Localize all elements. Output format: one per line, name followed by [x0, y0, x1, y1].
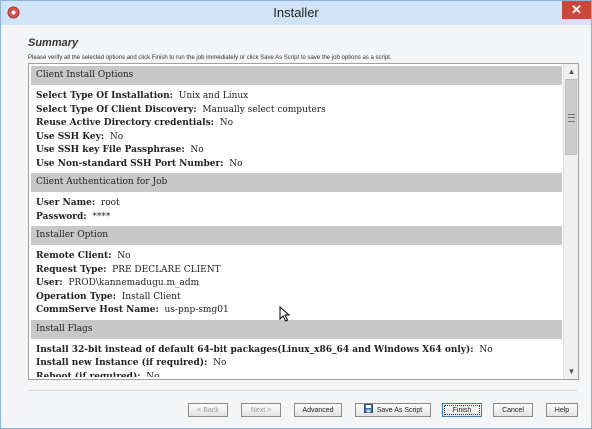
row-value: PROD\kannemadugu.m_adm: [68, 278, 200, 288]
section-header: Client Authentication for Job: [31, 173, 562, 192]
row-value: No: [117, 251, 131, 261]
mouse-cursor-icon: [279, 306, 291, 322]
row-value: No: [479, 344, 493, 355]
row-value: No: [190, 145, 204, 155]
summary-row: Reuse Active Directory credentials: No: [36, 117, 563, 131]
wizard-content: Summary Please verify all the selected o…: [1, 25, 591, 428]
row-value: No: [229, 158, 243, 169]
row-value: PRE DECLARE CLIENT: [112, 264, 221, 275]
vertical-scrollbar[interactable]: ▲ ▼: [563, 64, 578, 379]
section-header: Client Install Options: [31, 66, 562, 85]
row-key: Use SSH Key:: [36, 131, 105, 142]
section-header: Install Flags: [31, 319, 562, 339]
row-value: us-pnp-smg01: [164, 305, 229, 315]
row-value: root: [100, 198, 120, 208]
row-key: Install 32-bit instead of default 64-bit…: [36, 344, 474, 355]
row-key: Use Non-standard SSH Port Number:: [36, 158, 224, 169]
title-bar[interactable]: Installer ✕: [1, 1, 591, 25]
row-value: No: [109, 131, 124, 142]
row-key: User:: [36, 278, 63, 288]
summary-row: Install new Instance (if required): No: [36, 357, 563, 371]
installer-window: Installer ✕ Summary Please verify all th…: [0, 0, 592, 429]
section-body: Remote Client: No Request Type: PRE DECLA…: [31, 245, 563, 320]
summary-row: Remote Client: No: [36, 250, 563, 264]
page-description: Please verify all the selected options a…: [28, 55, 392, 61]
section-header: Installer Option: [31, 226, 562, 245]
row-value: Manually select computers: [202, 104, 326, 115]
advanced-button[interactable]: Advanced: [294, 403, 342, 417]
summary-row: Request Type: PRE DECLARE CLIENT: [36, 264, 563, 278]
row-key: CommServe Host Name:: [36, 305, 159, 315]
row-key: Remote Client:: [36, 251, 112, 261]
row-key: Use SSH key File Passphrase:: [36, 145, 185, 155]
divider: [28, 390, 577, 391]
summary-row: User Name: root: [36, 197, 563, 211]
page-title: Summary: [28, 37, 79, 49]
row-value: No: [146, 371, 160, 378]
section-body: User Name: root Password: ****: [31, 192, 563, 226]
row-key: Reuse Active Directory credentials:: [36, 118, 214, 128]
row-key: Operation Type:: [36, 291, 116, 302]
section-body: Select Type Of Installation: Unix and Li…: [31, 85, 563, 173]
row-key: Select Type Of Installation:: [36, 91, 173, 101]
summary-row: Use Non-standard SSH Port Number: No: [36, 158, 563, 172]
scroll-thumb[interactable]: [565, 79, 577, 155]
summary-row: CommServe Host Name: us-pnp-smg01: [36, 304, 563, 318]
summary-row: Install 32-bit instead of default 64-bit…: [36, 344, 563, 358]
summary-panel[interactable]: Client Install Options Select Type Of Ins…: [28, 63, 579, 380]
summary-row: Reboot (if required): No: [36, 371, 563, 378]
scroll-down-icon[interactable]: ▼: [564, 364, 578, 379]
save-icon: [363, 404, 373, 413]
summary-row: Use SSH Key: No: [36, 131, 563, 145]
help-button[interactable]: Help: [546, 403, 578, 417]
summary-row: Operation Type: Install Client: [36, 291, 563, 305]
row-value: Install Client: [121, 291, 181, 302]
summary-row: Use SSH key File Passphrase: No: [36, 144, 563, 158]
row-value: No: [219, 118, 233, 128]
row-key: Install new Instance (if required):: [36, 358, 208, 368]
window-title: Installer: [273, 5, 319, 20]
row-key: Reboot (if required):: [36, 371, 141, 378]
summary-row: Select Type Of Client Discovery: Manuall…: [36, 104, 563, 118]
save-as-script-button[interactable]: Save As Script: [355, 403, 431, 417]
summary-list: Client Install Options Select Type Of Ins…: [31, 66, 563, 377]
row-key: Select Type Of Client Discovery:: [36, 104, 197, 115]
cancel-button[interactable]: Cancel: [493, 403, 533, 417]
next-button[interactable]: Next >: [241, 403, 281, 417]
row-key: Request Type:: [36, 264, 107, 275]
close-button[interactable]: ✕: [562, 1, 591, 19]
row-value: No: [213, 358, 227, 368]
section-body: Install 32-bit instead of default 64-bit…: [31, 339, 563, 378]
summary-row: User: PROD\kannemadugu.m_adm: [36, 277, 563, 291]
row-value: ****: [92, 211, 111, 222]
back-button[interactable]: < Back: [188, 403, 228, 417]
grip-icon: [568, 114, 575, 122]
row-key: User Name:: [36, 198, 96, 208]
scroll-up-icon[interactable]: ▲: [564, 64, 578, 79]
save-as-script-label: Save As Script: [376, 407, 423, 414]
row-value: Unix and Linux: [178, 91, 249, 101]
finish-button[interactable]: Finish: [442, 403, 482, 417]
summary-row: Select Type Of Installation: Unix and Li…: [36, 90, 563, 104]
row-key: Password:: [36, 211, 87, 222]
summary-row: Password: ****: [36, 211, 563, 225]
